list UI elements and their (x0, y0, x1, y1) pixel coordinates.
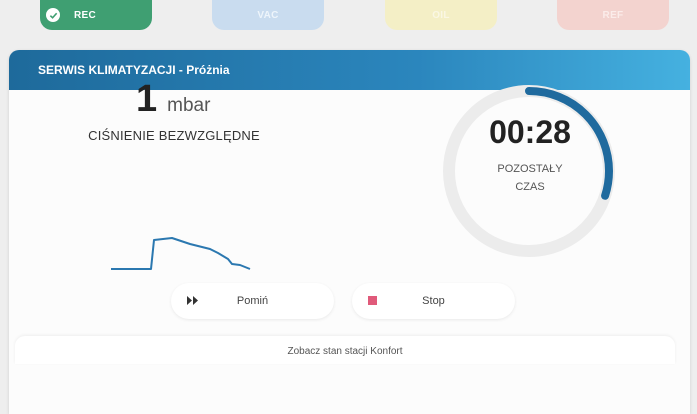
page-title: SERWIS KLIMATYZACJI - Próżnia (38, 63, 230, 77)
pressure-label: CIŚNIENIE BEZWZGLĘDNE (88, 128, 260, 143)
pressure-unit: mbar (167, 95, 211, 116)
tab-ref-label: REF (602, 9, 624, 21)
station-status-link-label: Zobacz stan stacji Konfort (287, 346, 403, 357)
pressure-value: 1 (136, 78, 158, 120)
timer-label: POZOSTAŁY CZAS (460, 160, 600, 196)
tab-vac[interactable]: VAC (212, 0, 324, 30)
skip-button[interactable]: Pomiń (171, 283, 334, 319)
tab-rec[interactable]: REC (40, 0, 152, 30)
timer-value: 00:28 (489, 114, 571, 150)
tab-oil[interactable]: OIL (385, 0, 497, 30)
tab-oil-label: OIL (432, 9, 450, 21)
pressure-graph-line (111, 237, 251, 270)
stop-button[interactable]: Stop (352, 283, 515, 319)
tab-rec-label: REC (74, 9, 97, 21)
timer-label-line2: CZAS (515, 181, 545, 193)
timer-label-line1: POZOSTAŁY (497, 163, 563, 175)
process-tabs: REC VAC OIL REF (0, 0, 697, 34)
tab-vac-label: VAC (257, 9, 279, 21)
pressure-graph (111, 237, 251, 270)
station-status-link[interactable]: Zobacz stan stacji Konfort (15, 336, 675, 364)
check-icon (46, 8, 60, 22)
fast-forward-icon (187, 296, 199, 308)
tab-ref[interactable]: REF (557, 0, 669, 30)
pressure-readout: 1 mbar (136, 78, 210, 121)
stop-icon (368, 296, 377, 308)
